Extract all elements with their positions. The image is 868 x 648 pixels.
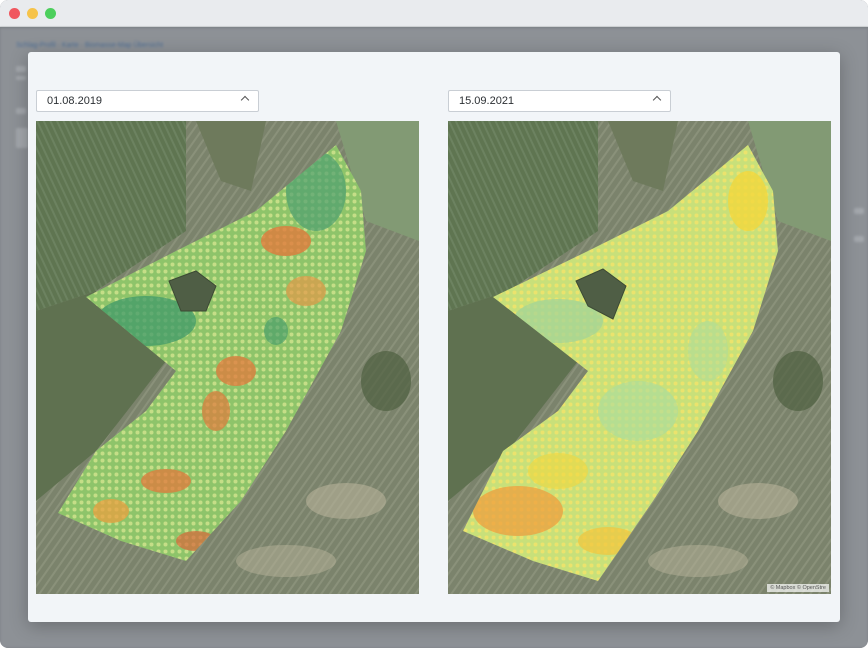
background-block xyxy=(16,66,26,72)
right-date-select[interactable]: 15.09.2021 xyxy=(448,90,671,112)
minimize-window-button[interactable] xyxy=(27,8,38,19)
app-window: Schlag-Profil · Karte · Biomasse-Map Übe… xyxy=(0,0,868,648)
right-map[interactable]: © Mapbox © OpenStre xyxy=(448,121,831,594)
comparison-modal: 01.08.2019 15.09.2021 © Mapbox © OpenStr… xyxy=(28,52,840,622)
background-block xyxy=(16,128,28,148)
background-breadcrumb: Schlag-Profil · Karte · Biomasse-Map Übe… xyxy=(16,42,164,49)
right-date-value: 15.09.2021 xyxy=(459,95,515,107)
maximize-window-button[interactable] xyxy=(45,8,56,19)
left-map[interactable] xyxy=(36,121,419,594)
close-window-button[interactable] xyxy=(9,8,20,19)
chevron-up-icon xyxy=(652,95,662,105)
window-titlebar xyxy=(0,0,868,27)
left-date-select[interactable]: 01.08.2019 xyxy=(36,90,259,112)
right-map-image xyxy=(448,121,831,594)
left-map-image xyxy=(36,121,419,594)
background-block xyxy=(854,236,864,242)
background-block xyxy=(854,208,864,214)
background-block xyxy=(16,76,26,80)
map-attribution[interactable]: © Mapbox © OpenStre xyxy=(767,584,829,592)
left-date-value: 01.08.2019 xyxy=(47,95,103,107)
background-block xyxy=(16,108,26,114)
chevron-up-icon xyxy=(240,95,250,105)
